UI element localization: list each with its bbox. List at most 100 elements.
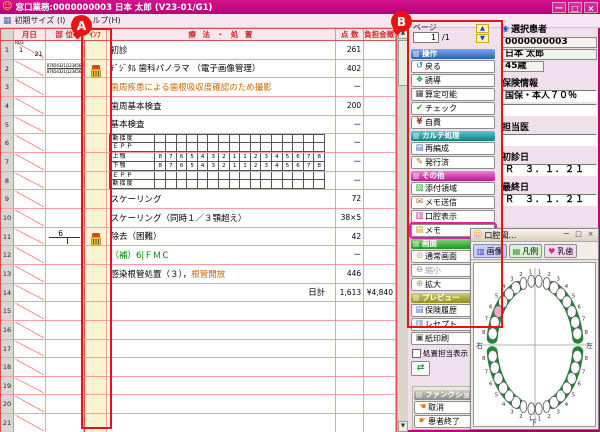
page-input[interactable]: 1 [413, 32, 439, 43]
panel-button-mail[interactable]: ✉メモ送信 [411, 196, 495, 209]
part-cell [46, 209, 84, 227]
tooth[interactable] [571, 316, 580, 328]
last-visit-label: 最終日 [502, 180, 597, 193]
tooth[interactable] [490, 362, 499, 374]
tooth[interactable] [535, 275, 542, 287]
table-row[interactable]: 14日計1,613¥4,840 [1, 284, 396, 303]
panel-button-guide[interactable]: ❖誘導 [411, 74, 495, 87]
tooth[interactable] [573, 328, 582, 340]
tooth[interactable] [567, 306, 576, 318]
table-row[interactable]: 16 [1, 321, 396, 340]
table-row[interactable]: 6動揺度ＥＰＰー [1, 134, 396, 153]
perio-cell: 2 [219, 153, 230, 162]
switch-display-button[interactable]: ⇄ [411, 361, 430, 376]
history-icon: ▤ [414, 306, 425, 315]
table-row[interactable]: 1R03121初診261 [1, 41, 396, 60]
perio-cell [155, 143, 166, 152]
tooth[interactable] [528, 275, 535, 287]
oral-close-button[interactable]: × [585, 230, 596, 240]
perio-cell [219, 180, 230, 189]
panel-button-undo[interactable]: ↺戻る [411, 60, 495, 73]
info-cell [84, 377, 108, 395]
page-up-icon[interactable]: ▲ [476, 24, 489, 33]
perio-label: 上顎 [109, 153, 155, 162]
panel-button-calc[interactable]: ▦算定可能 [411, 88, 495, 101]
panel-button-attach[interactable]: ▨添付領域 [411, 182, 495, 195]
row-number: 13 [1, 265, 14, 283]
tooth-number: 3 [510, 277, 514, 283]
tooth-number: 7 [582, 369, 586, 375]
table-row[interactable]: 10スケーリング（同時１／３顎超え）38×5 [1, 209, 396, 228]
perio-cell [187, 134, 198, 143]
table-row[interactable]: 8ＥＰＰ動揺度ー [1, 172, 396, 191]
table-row[interactable]: 116除去（困難）42 [1, 228, 396, 247]
tooth-number: 4 [565, 284, 569, 290]
tooth[interactable] [571, 362, 580, 374]
page-down-icon[interactable]: ▼ [476, 34, 489, 43]
table-row[interactable]: 19 [1, 377, 396, 396]
oral-tool-image[interactable]: ▥画像 [473, 244, 507, 258]
panel-button-yen[interactable]: ¥自費 [411, 116, 495, 129]
info-cell [84, 265, 108, 283]
oral-maximize-button[interactable]: □ [573, 230, 584, 240]
tooth[interactable] [494, 372, 503, 384]
tooth-number: 3 [556, 277, 560, 283]
tooth[interactable] [520, 401, 527, 413]
oral-chart[interactable]: 12345678123456781234567812345678右左下 [473, 262, 596, 427]
maximize-button[interactable]: □ [568, 2, 582, 13]
panel-button-doc[interactable]: ▤再編成 [411, 142, 495, 155]
table-row[interactable]: 15 [1, 302, 396, 321]
menu-item-initial-size[interactable]: 初期サイズ (I) [15, 15, 66, 26]
table-row[interactable]: 21 [1, 414, 396, 432]
close-button[interactable]: × [584, 2, 598, 13]
oral-window-titlebar[interactable]: ☺ 口腔図… ー □ × [471, 229, 598, 242]
scroll-down-icon[interactable]: ▼ [398, 421, 408, 432]
tooth[interactable] [528, 403, 535, 415]
table-row[interactable]: 18 [1, 358, 396, 377]
table-row[interactable]: 9スケーリング72 [1, 190, 396, 209]
oral-tool-baby-tooth[interactable]: ♥乳歯 [544, 244, 577, 258]
row-number: 9 [1, 190, 14, 208]
panel-button-check[interactable]: ✔チェック [411, 102, 495, 115]
switch-icon: ⇄ [417, 363, 425, 373]
date-cell [14, 116, 46, 134]
table-row[interactable]: 13感染根管処置（３），根管開放446 [1, 265, 396, 284]
staff-display-checkbox[interactable] [412, 349, 421, 358]
oral-minimize-button[interactable]: ー [561, 230, 572, 240]
table-scrollbar[interactable]: ▲ ▼ [397, 28, 408, 432]
tooth[interactable] [494, 306, 503, 318]
tooth[interactable] [535, 403, 542, 415]
tooth[interactable] [490, 316, 499, 328]
oral-tool-legend[interactable]: ▤凡例 [509, 244, 543, 258]
minimize-button[interactable]: ー [552, 2, 566, 13]
table-row[interactable]: 287654321|1234567887654321|12345678ﾃﾞｼﾞﾀ… [1, 60, 396, 79]
table-row[interactable]: 5基本検査ー [1, 116, 396, 135]
table-row[interactable]: 4歯周基本検査200 [1, 97, 396, 116]
table-row[interactable]: 3歯周疾患による歯根吸収度確認のため撮影ー [1, 78, 396, 97]
button-label: 添付領域 [425, 183, 457, 194]
tooth[interactable] [567, 372, 576, 384]
date-cell [14, 414, 46, 432]
tooth[interactable] [543, 277, 550, 289]
tooth[interactable] [543, 401, 550, 413]
scrollbar-thumb[interactable] [398, 40, 408, 86]
tooth[interactable] [488, 328, 497, 340]
tooth[interactable] [488, 350, 497, 362]
part-cell [46, 340, 84, 358]
panel-button-mouth[interactable]: ▥口腔表示 [411, 210, 495, 223]
table-row[interactable]: 20 [1, 395, 396, 414]
panel-button-issued[interactable]: ✎発行済 [411, 156, 495, 169]
insurance-extra [502, 104, 597, 116]
patient-age: 45歳 [502, 61, 544, 72]
oral-chart-svg[interactable]: 12345678123456781234567812345678右左下 [474, 263, 597, 427]
quadrant-vline [67, 237, 68, 244]
treatment-text: ﾃﾞｼﾞﾀﾙ 歯科パノラマ （電子画像管理） [110, 62, 260, 74]
table-row[interactable]: 17 [1, 340, 396, 359]
insurance-label: 保険情報 [502, 76, 597, 89]
button-label: 再編成 [425, 143, 449, 154]
table-row[interactable]: 7上顎8765432112345678下顎8765432112345678ー [1, 153, 396, 172]
tooth[interactable] [520, 277, 527, 289]
perio-cell [198, 180, 209, 189]
table-row[interactable]: 12（補）6|ＦＭＣー [1, 246, 396, 265]
tooth[interactable] [573, 350, 582, 362]
